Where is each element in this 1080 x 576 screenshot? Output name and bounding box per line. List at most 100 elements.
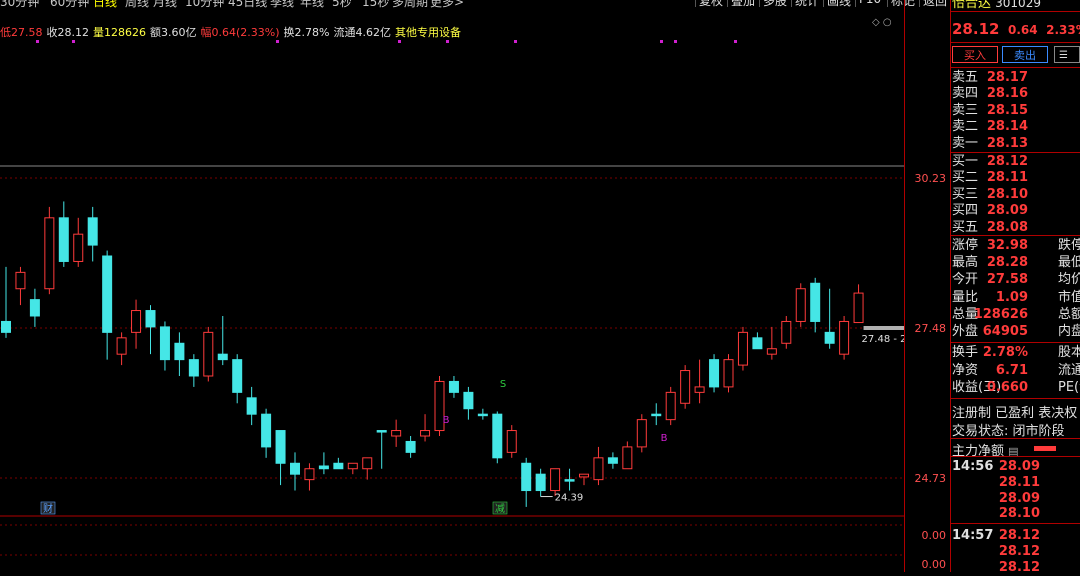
- toolbar-button-3[interactable]: 统计: [791, 0, 823, 8]
- tab-period-0[interactable]: 30分钟: [0, 0, 39, 8]
- chart-marker-3[interactable]: B: [443, 415, 450, 426]
- signal-dot-3: [398, 40, 401, 43]
- asks-row-1: 卖四 28.16: [950, 86, 1080, 102]
- stock-code: 301029: [995, 0, 1041, 10]
- row-value: 32.98: [986, 238, 1028, 253]
- row-ext-label: 均价: [1058, 272, 1080, 288]
- toolbar-button-5[interactable]: F10: [855, 0, 887, 7]
- tab-period-8[interactable]: 年线: [300, 0, 324, 8]
- signal-dot-4: [446, 40, 449, 43]
- row-value: 28.14: [986, 119, 1028, 135]
- candle-body-32: [463, 391, 474, 410]
- candle-body-56: [810, 282, 821, 322]
- signal-dot-1: [72, 40, 75, 43]
- candle-body-6: [87, 217, 98, 246]
- candles-group: [1, 201, 864, 507]
- row-value: 28.13: [986, 135, 1028, 151]
- candle-body-40: [579, 473, 589, 478]
- tab-period-9[interactable]: 5秒: [332, 0, 352, 8]
- candle-body-34: [492, 413, 503, 459]
- candle-body-22: [318, 465, 329, 470]
- asks-row-0: 卖五 28.17: [950, 70, 1080, 86]
- row-label: 买五: [952, 219, 979, 235]
- row-ext-label: PE(动): [1058, 380, 1080, 395]
- candle-body-4: [58, 217, 69, 262]
- row-label: 卖五: [952, 70, 979, 85]
- candle-body-19: [275, 430, 286, 464]
- chart-marker-2[interactable]: S: [500, 379, 506, 390]
- panel-divider-3: [950, 67, 1080, 68]
- tab-period-2[interactable]: 日线: [93, 0, 117, 8]
- tab-period-5[interactable]: 10分钟: [185, 0, 224, 8]
- chart-marker-0[interactable]: 财: [43, 502, 53, 515]
- tab-period-4[interactable]: 月线: [153, 0, 177, 8]
- signal-dot-5: [514, 40, 517, 43]
- period-tabs: 30分钟 60分钟 日线 周线 月线 10分钟 45日线 季线 年线 5秒 15秒 多周期 更多>: [0, 0, 700, 8]
- tab-period-11[interactable]: 多周期: [392, 0, 428, 8]
- asks-row-4: 卖一 28.13: [950, 136, 1080, 152]
- row-label: 买一: [952, 154, 979, 169]
- toolbar-button-1[interactable]: 叠加: [727, 0, 759, 8]
- tick-divider: [950, 523, 1080, 525]
- row-ext-label: 市值: [1058, 289, 1080, 305]
- more-icon[interactable]: ☰: [1054, 46, 1080, 63]
- tab-period-1[interactable]: 60分钟: [50, 0, 89, 8]
- candle-body-24: [347, 462, 358, 470]
- tab-period-6[interactable]: 45日线: [228, 0, 267, 8]
- toolbar-button-6[interactable]: 标记: [887, 0, 919, 8]
- row-label: 量比: [952, 289, 979, 305]
- buy-button[interactable]: 买入: [952, 46, 998, 63]
- stats1-row-0: 涨停 32.98 跌停: [950, 238, 1080, 254]
- asks-row-3: 卖二 28.14: [950, 119, 1080, 135]
- candle-body-52: [752, 337, 763, 350]
- quote-summary: 28.12 0.64 2.33%: [952, 20, 1080, 38]
- toolbar-button-2[interactable]: 多股: [759, 0, 791, 8]
- tab-period-7[interactable]: 季线: [270, 0, 294, 8]
- candle-body-38: [550, 468, 561, 492]
- panel-divider-1: [950, 11, 1080, 12]
- axis-label-high: 30.23: [914, 172, 947, 185]
- chart-marker-4[interactable]: B: [661, 433, 668, 444]
- candle-body-9: [131, 310, 142, 333]
- chart-options-icon[interactable]: ◇ ○: [872, 17, 892, 28]
- tick-price: 28.11: [998, 474, 1040, 490]
- row-value: 2.78%: [982, 345, 1028, 360]
- candlestick-chart[interactable]: 24.39 27.48 - 27.5 财 减 S B B: [0, 10, 904, 572]
- candle-body-7: [102, 255, 113, 333]
- quote-panel: 怡合达 301029 28.12 0.64 2.33% 买入 卖出 ☰ 卖五 28…: [950, 0, 1080, 575]
- chart-marker-1[interactable]: 减: [495, 503, 505, 515]
- stock-tags: 注册制 已盈利 表决权: [952, 406, 1078, 421]
- sell-button[interactable]: 卖出: [1002, 46, 1048, 63]
- row-label: 卖一: [952, 135, 979, 151]
- tick-time: 14:56: [952, 459, 994, 474]
- candle-body-15: [217, 353, 228, 361]
- candle-body-54: [781, 320, 792, 344]
- row-label: 今开: [952, 272, 979, 288]
- candle-body-37: [535, 473, 546, 492]
- row-ext-label: 跌停: [1058, 238, 1080, 253]
- tick-row: 28.11: [950, 475, 1080, 491]
- tab-period-12[interactable]: 更多>: [430, 0, 464, 8]
- row-value: 28.11: [986, 170, 1028, 186]
- candle-body-8: [116, 337, 127, 355]
- tick-row: 28.10: [950, 506, 1080, 522]
- tab-period-10[interactable]: 15秒: [362, 0, 389, 8]
- toolbar-button-4[interactable]: 画线: [823, 0, 855, 8]
- row-value: 28.10: [986, 186, 1028, 202]
- candle-body-42: [607, 457, 618, 464]
- tab-period-3[interactable]: 周线: [125, 0, 149, 8]
- candle-body-5: [73, 233, 84, 262]
- row-value: 28.08: [986, 219, 1028, 235]
- stats1-row-5: 外盘 64905 内盘: [950, 324, 1080, 340]
- row-label: 买三: [952, 186, 979, 202]
- candle-body-45: [651, 413, 662, 417]
- stats1-row-1: 最高 28.28 最低: [950, 255, 1080, 271]
- toolbar-button-0[interactable]: 复权: [695, 0, 727, 8]
- signal-dot-7: [674, 40, 677, 43]
- signal-dot-8: [734, 40, 737, 43]
- row-ext-label: 内盘: [1058, 324, 1080, 339]
- candle-body-20: [290, 462, 300, 475]
- toolbar-button-7[interactable]: 返回: [919, 0, 947, 8]
- axis-label-low: 24.73: [914, 472, 947, 485]
- row-value: 28.16: [986, 86, 1028, 102]
